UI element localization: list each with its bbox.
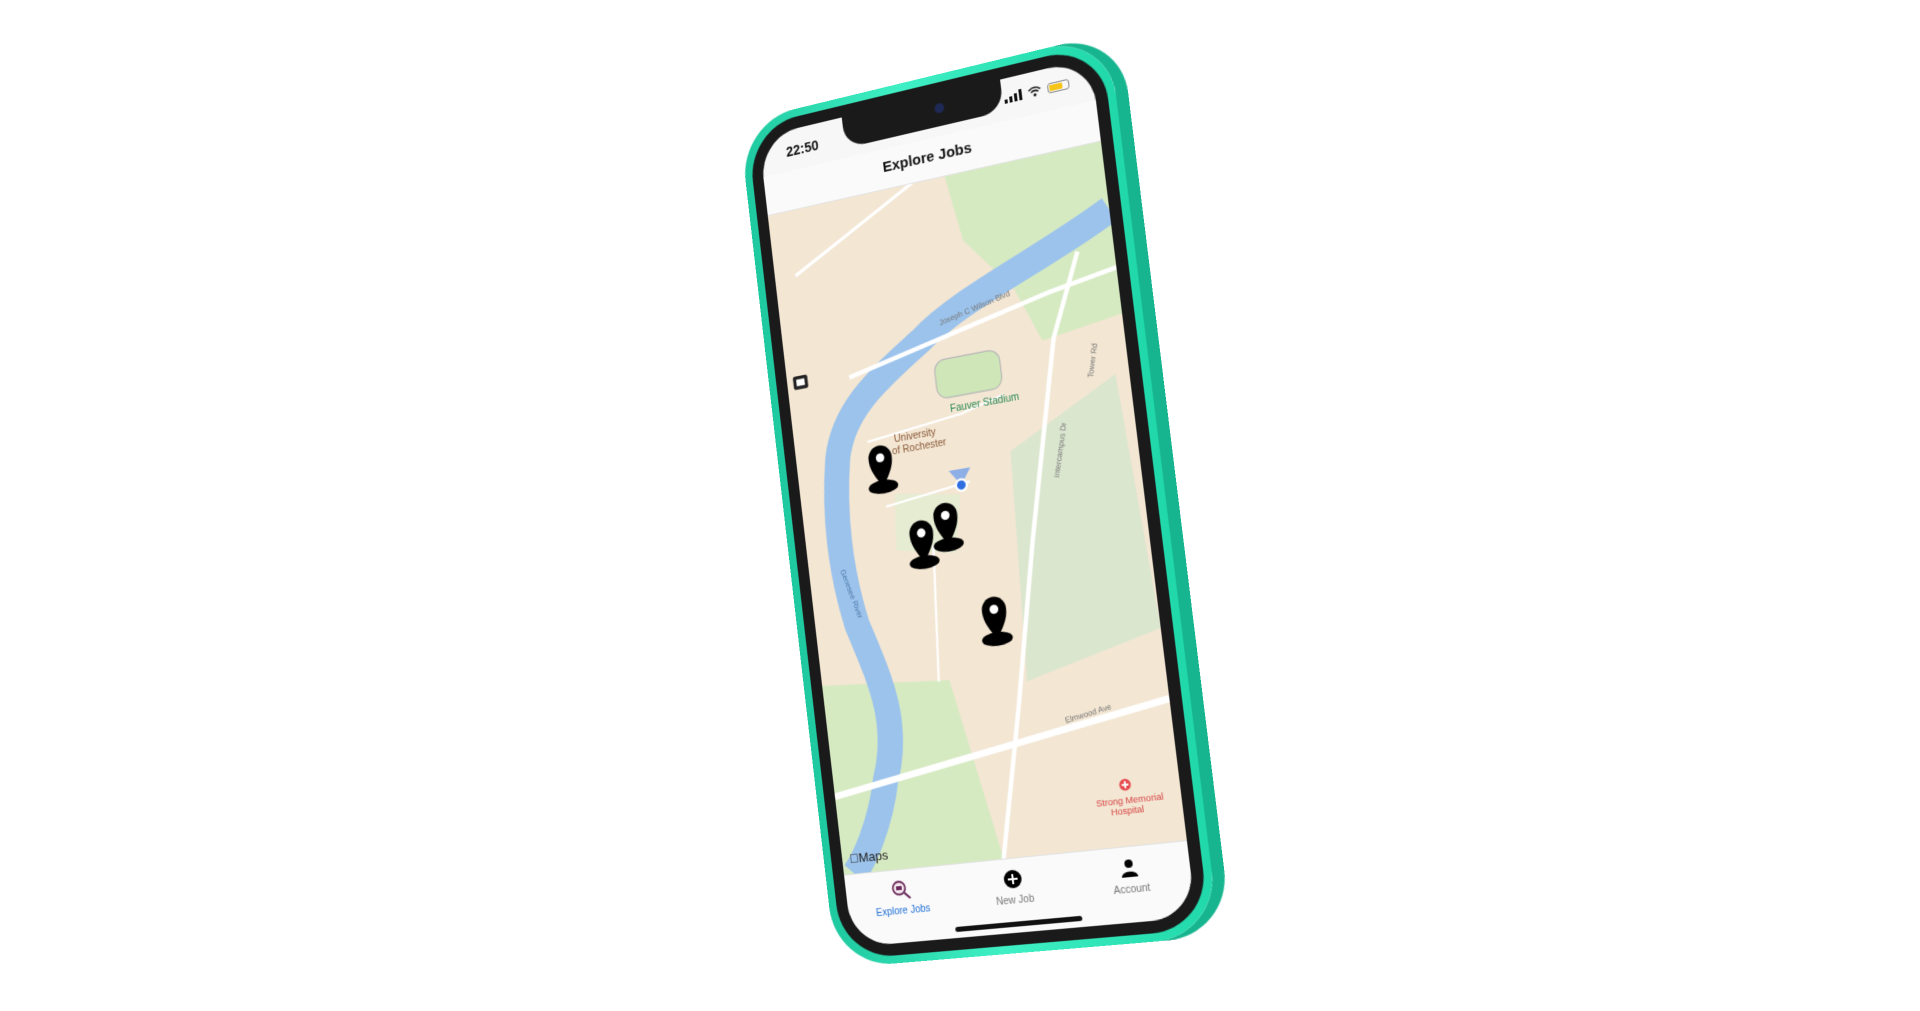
explore-jobs-icon — [888, 877, 913, 903]
status-time: 22:50 — [785, 136, 820, 160]
tab-label: New Job — [995, 893, 1035, 909]
transit-icon — [792, 374, 809, 391]
tab-new-job[interactable]: New Job — [963, 862, 1065, 911]
cellular-signal-icon — [1004, 88, 1023, 104]
front-camera-icon — [934, 102, 945, 115]
system-icons — [1004, 78, 1070, 104]
person-icon — [1116, 854, 1143, 881]
battery-icon — [1046, 78, 1070, 94]
phone-mockup: 22:50 Explore Jobs Fauver Stadium Univer… — [738, 33, 1220, 969]
wifi-icon — [1027, 84, 1042, 97]
tab-explore-jobs[interactable]: Explore Jobs — [853, 873, 951, 921]
tab-label: Explore Jobs — [875, 903, 932, 920]
plus-circle-icon — [1000, 866, 1026, 892]
tab-label: Account — [1113, 882, 1152, 898]
tab-account[interactable]: Account — [1078, 850, 1184, 900]
stage: 22:50 Explore Jobs Fauver Stadium Univer… — [0, 0, 1920, 1011]
